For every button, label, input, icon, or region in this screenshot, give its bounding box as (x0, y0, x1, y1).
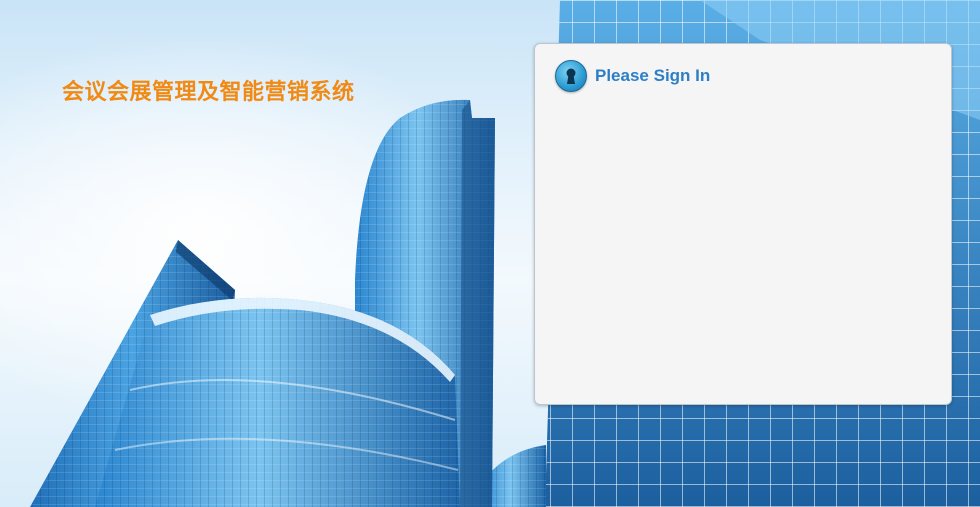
sign-in-heading: Please Sign In (595, 66, 711, 85)
login-panel-header: Please Sign In (555, 60, 710, 92)
app-title: 会议会展管理及智能营销系统 (62, 80, 355, 105)
login-panel: Please Sign In (534, 43, 952, 405)
login-page: 会议会展管理及智能营销系统 Please Sign In (0, 0, 980, 507)
keyhole-icon (555, 60, 587, 92)
keyhole-glyph (566, 68, 576, 84)
